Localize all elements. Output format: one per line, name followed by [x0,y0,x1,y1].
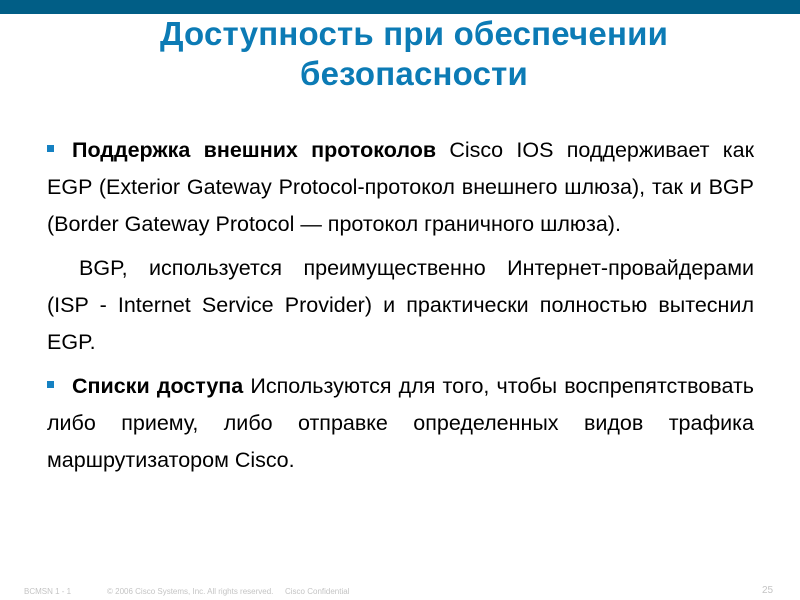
footer-copyright: © 2006 Cisco Systems, Inc. All rights re… [107,587,274,596]
title-line-2: безопасности [300,55,528,92]
paragraph-lead: Поддержка внешних протоколов [72,138,437,162]
slide-title: Доступность при обеспечении безопасности [0,14,800,94]
paragraph-text: BGP, используется преимущественно Интерн… [47,256,754,354]
footer-course: BCMSN 1 - 1 [24,587,72,596]
title-line-1: Доступность при обеспечении [159,15,669,52]
paragraph-external-protocols: Поддержка внешних протоколов Cisco IOS п… [47,132,754,243]
page-number: 25 [762,585,774,596]
footer-confidential: Cisco Confidential [285,587,350,596]
square-bullet-icon [47,380,54,388]
paragraph-lead: Списки доступа [72,374,244,398]
square-bullet-icon [47,144,54,152]
paragraph-access-lists: Списки доступа Используются для того, чт… [47,368,754,479]
slide: Доступность при обеспечении безопасности… [0,0,800,600]
top-bar [0,0,800,14]
slide-body: Поддержка внешних протоколов Cisco IOS п… [47,132,754,486]
paragraph-bgp: BGP, используется преимущественно Интерн… [47,250,754,361]
